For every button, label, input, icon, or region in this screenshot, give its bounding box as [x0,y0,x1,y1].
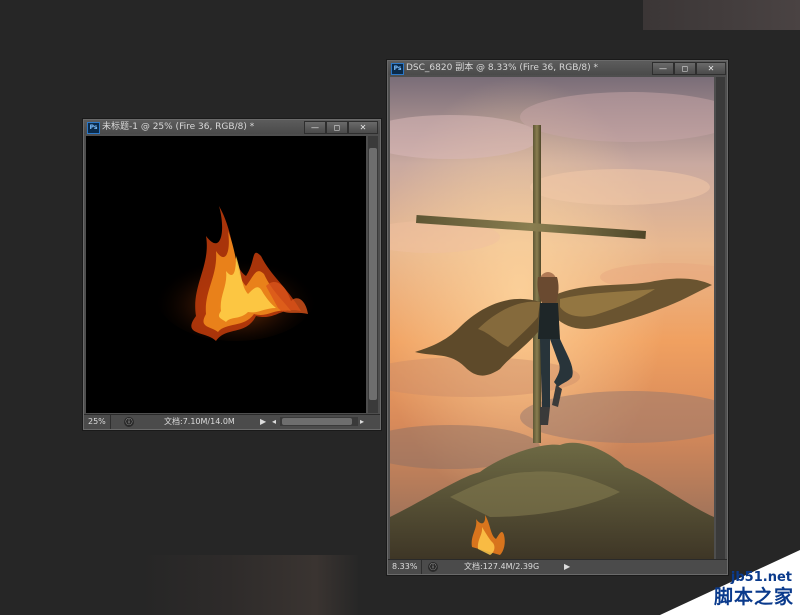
photoshop-logo-icon: Ps [391,63,404,75]
document-size-info: 文档:127.4M/2.39G [464,562,540,571]
minimize-button[interactable]: — [652,62,674,75]
background-panel-corner [643,0,800,30]
minimize-button[interactable]: — [304,121,326,134]
info-icon[interactable]: ⓘ [428,562,438,572]
vertical-scrollbar[interactable] [716,77,725,559]
vertical-scroll-thumb[interactable] [369,148,377,400]
document-canvas-photo[interactable] [390,77,714,559]
zoom-level-field[interactable]: 25% [84,415,111,429]
watermark-site-name: 脚本之家 [713,586,794,608]
fire-image [156,206,316,341]
close-button[interactable]: ✕ [696,62,726,75]
status-menu-arrow-icon[interactable]: ▶ [564,560,570,574]
jb51-watermark: jb51.net 脚本之家 [640,545,800,615]
horizontal-scrollbar[interactable] [280,417,358,426]
winged-figure-cross-image [390,77,714,559]
status-menu-arrow-icon[interactable]: ▶ [260,415,266,429]
window-title: 未标题-1 @ 25% (Fire 36, RGB/8) * [102,122,255,132]
vertical-scrollbar[interactable] [368,136,378,413]
document-size-info: 文档:7.10M/14.0M [164,417,235,426]
horizontal-scroll-thumb[interactable] [282,418,352,425]
scroll-left-icon[interactable]: ◂ [272,415,276,429]
window-titlebar[interactable]: Ps DSC_6820 副本 @ 8.33% (Fire 36, RGB/8) … [388,61,727,75]
window-title: DSC_6820 副本 @ 8.33% (Fire 36, RGB/8) * [406,63,599,73]
restore-button[interactable]: ◻ [326,121,348,134]
status-bar: 25% ⓘ 文档:7.10M/14.0M ▶ ◂ ▸ [84,414,380,429]
photoshop-logo-icon: Ps [87,122,100,134]
background-panel-fragment [140,555,360,615]
scroll-right-icon[interactable]: ▸ [360,415,364,429]
window-titlebar[interactable]: Ps 未标题-1 @ 25% (Fire 36, RGB/8) * — ◻ ✕ [84,120,380,134]
document-canvas-fire[interactable] [86,136,366,413]
document-window-fire[interactable]: Ps 未标题-1 @ 25% (Fire 36, RGB/8) * — ◻ ✕ … [83,119,381,430]
restore-button[interactable]: ◻ [674,62,696,75]
info-icon[interactable]: ⓘ [124,417,134,427]
document-window-photo[interactable]: Ps DSC_6820 副本 @ 8.33% (Fire 36, RGB/8) … [387,60,728,575]
zoom-level-field[interactable]: 8.33% [388,560,423,574]
close-button[interactable]: ✕ [348,121,378,134]
